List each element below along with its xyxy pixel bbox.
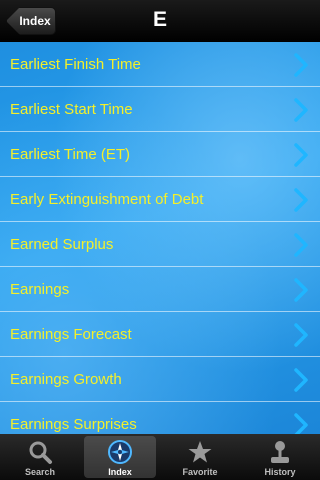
list-item[interactable]: Early Extinguishment of Debt — [0, 178, 320, 222]
chevron-right-icon — [292, 52, 310, 78]
list-item-label: Earned Surplus — [10, 236, 114, 253]
list-item[interactable]: Earned Surplus — [0, 223, 320, 267]
tab-history[interactable]: History — [240, 434, 320, 480]
tab-label: Favorite — [182, 467, 218, 477]
tab-index[interactable]: Index — [80, 434, 160, 480]
chevron-right-icon — [292, 367, 310, 393]
list-item-label: Earliest Time (ET) — [10, 146, 131, 163]
list-item-label: Early Extinguishment of Debt — [10, 191, 204, 208]
list-item[interactable]: Earnings Surprises — [0, 403, 320, 434]
chevron-right-icon — [292, 142, 310, 168]
tab-favorite[interactable]: Favorite — [160, 434, 240, 480]
list-item-label: Earliest Start Time — [10, 101, 133, 118]
compass-icon — [108, 440, 132, 464]
list-item[interactable]: Earnings Forecast — [0, 313, 320, 357]
list-item-label: Earnings Surprises — [10, 416, 137, 433]
list-item[interactable]: Earliest Finish Time — [0, 43, 320, 87]
tab-search[interactable]: Search — [0, 434, 80, 480]
chevron-right-icon — [292, 232, 310, 258]
chevron-right-icon — [292, 322, 310, 348]
list-item[interactable]: Earliest Time (ET) — [0, 133, 320, 177]
search-icon — [29, 441, 52, 464]
list-item[interactable]: Earliest Start Time — [0, 88, 320, 132]
tab-bar: Search Index Favorite History — [0, 434, 320, 480]
joystick-icon — [271, 441, 289, 463]
tab-label: History — [264, 467, 296, 477]
chevron-right-icon — [292, 277, 310, 303]
list-item-label: Earliest Finish Time — [10, 56, 141, 73]
chevron-right-icon — [292, 412, 310, 434]
list-item[interactable]: Earnings Growth — [0, 358, 320, 402]
page-title: E — [152, 8, 167, 31]
navigation-bar: Index E — [0, 0, 320, 43]
chevron-right-icon — [292, 97, 310, 123]
tab-label: Search — [24, 467, 56, 477]
term-list[interactable]: Earliest Finish Time Earliest Start Time… — [0, 42, 320, 434]
chevron-right-icon — [292, 187, 310, 213]
list-item-label: Earnings Forecast — [10, 326, 132, 343]
list-item[interactable]: Earnings — [0, 268, 320, 312]
list-item-label: Earnings — [10, 281, 70, 298]
list-item-label: Earnings Growth — [10, 371, 122, 388]
star-icon — [188, 441, 212, 463]
